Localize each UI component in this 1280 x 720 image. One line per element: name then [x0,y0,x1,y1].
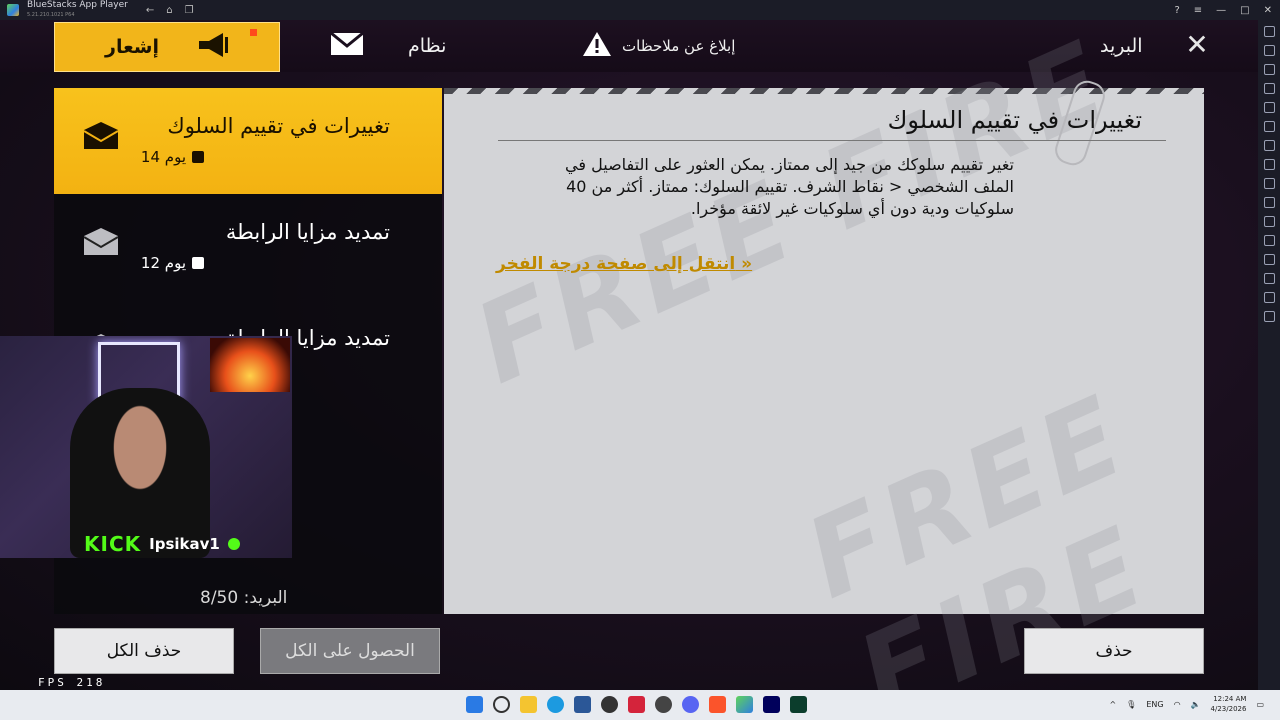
terminal-icon[interactable] [790,696,807,713]
back-icon[interactable] [1263,292,1275,303]
fps-counter: FPS 218 [38,676,106,689]
mail-age-text: 14 يوم [140,148,186,166]
chevron-up-icon[interactable]: ^ [1109,700,1116,709]
window-titlebar: BlueStacks App Player 5.21.210.1021 P64 ←… [0,0,1280,20]
fullscreen-icon[interactable] [1263,26,1275,37]
file-explorer-icon[interactable] [520,696,537,713]
tab-notice[interactable]: إشعار [54,22,280,72]
bluestacks-logo-icon [7,4,19,16]
webcam-overlay: KICK Ipsikav1 [0,336,292,558]
camera-icon[interactable] [1263,102,1275,113]
window-close-icon[interactable]: ✕ [1264,5,1272,16]
clock-icon [192,257,204,269]
shake-icon[interactable] [1263,216,1275,227]
notice-label: إشعار [105,36,159,58]
close-button[interactable]: ✕ [1182,30,1212,60]
delete-all-button[interactable]: حذف الكل [54,628,234,674]
clock-icon [192,151,204,163]
honor-page-link[interactable]: انتقل إلى صفحة درجة الفخر » [496,254,752,274]
clock-time: 12:24 AM [1213,695,1247,703]
back-arrow-icon[interactable]: ← [146,5,154,16]
mail-detail-panel: FREE FIRE FREE FIRE تغييرات في تقييم الس… [444,20,1204,690]
windows-taskbar: ^ 🎙 ENG ◠ 🔈 12:24 AM 4/23/2026 ▭ [0,690,1280,720]
stream-tag: KICK Ipsikav1 [84,532,240,556]
discord-icon[interactable] [682,696,699,713]
notification-dot [250,29,257,36]
tab-report[interactable]: إبلاغ عن ملاحظات [582,20,735,72]
system-label: نظام [408,35,447,57]
keyboard-icon[interactable] [1263,64,1275,75]
eco-mode-icon[interactable] [1263,254,1275,265]
bluestacks-sidebar [1258,20,1280,690]
window-nav: ← ⌂ ❐ [146,5,194,16]
report-label: إبلاغ عن ملاحظات [622,37,736,55]
window-controls: ? ≡ — □ ✕ [1174,0,1272,20]
location-icon[interactable] [1263,235,1275,246]
mail-item-age: 14 يوم [141,148,204,166]
rotate-icon[interactable] [1263,197,1275,208]
fireplace-screen [210,338,290,392]
open-envelope-icon [82,122,120,150]
detail-title: تغييرات في تقييم السلوك [887,106,1142,134]
wifi-icon[interactable]: ◠ [1174,700,1181,709]
microphone-icon[interactable]: 🎙 [1126,700,1136,709]
window-title: BlueStacks App Player 5.21.210.1021 P64 [27,0,128,20]
settings-icon[interactable] [1263,273,1275,284]
tab-system[interactable]: نظام [330,20,446,72]
streamer-username: Ipsikav1 [149,535,220,553]
mail-heading: البريد [1100,20,1143,72]
app-title-text: BlueStacks App Player [27,0,128,10]
envelope-icon [330,31,364,61]
clock-date: 4/23/2026 [1210,705,1247,713]
mail-count: البريد: 8/50 [200,588,288,608]
mail-heading-label: البريد [1100,35,1143,57]
speaker-icon[interactable]: 🔈 [1191,700,1201,709]
apk-install-icon[interactable] [1263,121,1275,132]
app-version: 5.21.210.1021 P64 [27,12,75,18]
verified-icon [227,538,240,550]
claim-all-button[interactable]: الحصول على الكل [260,628,440,674]
tabs-icon[interactable]: ❐ [185,5,194,16]
warning-icon [582,31,612,61]
detail-divider [498,140,1166,141]
home-button-icon[interactable] [1263,311,1275,322]
brave-icon[interactable] [709,696,726,713]
macro-icon[interactable] [1263,159,1275,170]
delete-button[interactable]: حذف [1024,628,1204,674]
open-envelope-icon [82,228,120,256]
typora-icon[interactable] [628,696,645,713]
minimize-icon[interactable]: — [1216,5,1226,16]
mail-item[interactable]: تمديد مزايا الرابطة 12 يوم [54,194,442,300]
premiere-icon[interactable] [763,696,780,713]
help-icon[interactable]: ? [1174,5,1179,16]
maximize-icon[interactable]: □ [1240,5,1249,16]
detail-body: تغير تقييم سلوكك من جيد إلى ممتاز. يمكن … [565,155,1014,218]
notifications-icon[interactable]: ▭ [1256,700,1264,709]
chrome-icon[interactable] [601,696,618,713]
volume-icon[interactable] [1263,45,1275,56]
language-indicator[interactable]: ENG [1146,700,1163,709]
store-icon[interactable] [574,696,591,713]
multi-instance-icon[interactable] [1263,178,1275,189]
mail-item-title: تغييرات في تقييم السلوك [167,114,390,138]
edge-icon[interactable] [547,696,564,713]
screen-record-icon[interactable] [1263,83,1275,94]
mail-item-selected[interactable]: تغييرات في تقييم السلوك 14 يوم [54,88,442,194]
start-icon[interactable] [466,696,483,713]
home-icon[interactable]: ⌂ [166,5,172,16]
taskbar-clock[interactable]: 12:24 AM 4/23/2026 [1211,694,1247,714]
menu-icon[interactable]: ≡ [1194,5,1202,16]
bluestacks-taskbar-icon[interactable] [736,696,753,713]
mail-item-age: 12 يوم [141,254,204,272]
obs-icon[interactable] [655,696,672,713]
kick-logo: KICK [84,532,142,556]
system-tray: ^ 🎙 ENG ◠ 🔈 12:24 AM 4/23/2026 ▭ [1109,694,1264,714]
mail-age-text: 12 يوم [140,254,186,272]
search-icon[interactable] [493,696,510,713]
taskbar-apps [466,696,807,713]
mail-item-title: تمديد مزايا الرابطة [225,220,390,244]
folder-icon[interactable] [1263,140,1275,151]
megaphone-icon [195,31,229,64]
